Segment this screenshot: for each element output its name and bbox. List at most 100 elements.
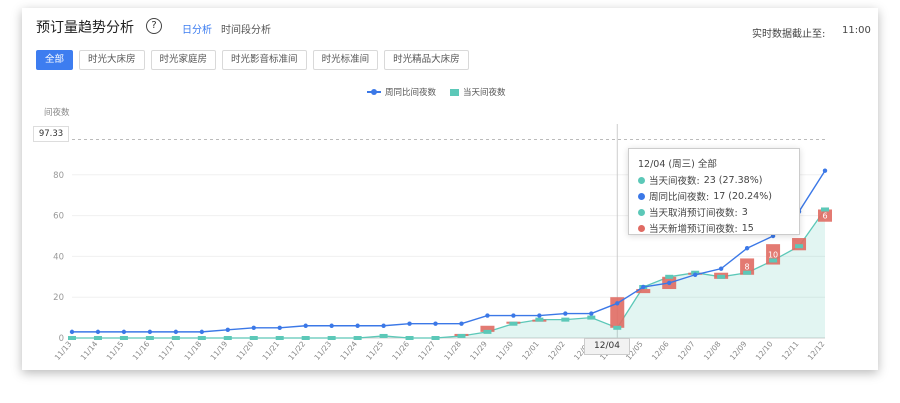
today-point[interactable] xyxy=(665,274,674,279)
weekly-point[interactable] xyxy=(277,325,282,330)
today-point[interactable] xyxy=(717,274,726,279)
today-point[interactable] xyxy=(509,321,518,326)
x-tick-label: 12/07 xyxy=(676,339,697,362)
y-tick-label: 40 xyxy=(53,252,64,262)
weekly-point[interactable] xyxy=(537,313,542,318)
today-point[interactable] xyxy=(457,333,466,338)
x-tick-label: 11/29 xyxy=(468,339,489,362)
today-point[interactable] xyxy=(405,336,414,340)
weekly-point[interactable] xyxy=(433,321,438,326)
weekly-point[interactable] xyxy=(615,301,620,306)
x-tick-label: 12/02 xyxy=(546,339,567,362)
today-point[interactable] xyxy=(275,336,284,340)
teal-dot-icon xyxy=(638,176,645,184)
today-point[interactable] xyxy=(249,336,258,340)
weekly-point[interactable] xyxy=(95,329,101,335)
tooltip-label: 当天新增预订间夜数: xyxy=(649,224,738,235)
x-tick-label: 12/01 xyxy=(520,339,541,362)
weekly-point[interactable] xyxy=(459,321,464,326)
today-point[interactable] xyxy=(483,329,492,334)
blue-dot-icon xyxy=(638,192,645,200)
weekly-point[interactable] xyxy=(563,311,568,316)
today-point[interactable] xyxy=(353,336,362,340)
weekly-point[interactable] xyxy=(692,272,698,277)
today-point[interactable] xyxy=(93,336,102,340)
bar-data-label: 6 xyxy=(822,212,827,221)
tooltip-row: 当天取消预订间夜数: 3 xyxy=(638,205,748,219)
x-tick-label: 11/22 xyxy=(286,339,307,362)
x-tick-label: 12/09 xyxy=(728,339,749,362)
x-tick-label: 11/15 xyxy=(105,339,126,362)
crosshair-x-value: 12/04 xyxy=(584,338,630,355)
weekly-point[interactable] xyxy=(173,329,179,335)
weekly-point[interactable] xyxy=(744,246,750,251)
weekly-point[interactable] xyxy=(718,266,724,271)
weekly-point[interactable] xyxy=(329,323,334,328)
x-tick-label: 12/06 xyxy=(650,339,671,362)
tooltip-row: 周同比间夜数: 17 (20.24%) xyxy=(638,189,772,203)
weekly-point[interactable] xyxy=(225,327,230,333)
x-tick-label: 12/10 xyxy=(754,339,775,362)
tooltip-value: 3 xyxy=(741,206,748,218)
x-tick-label: 11/25 xyxy=(364,339,385,362)
weekly-point[interactable] xyxy=(381,323,386,328)
y-tick-label: 80 xyxy=(53,171,64,181)
x-tick-label: 11/19 xyxy=(209,339,230,362)
teal-dot-icon xyxy=(638,208,645,216)
weekly-point[interactable] xyxy=(511,313,516,318)
red-dot-icon xyxy=(638,224,645,232)
x-tick-label: 11/13 xyxy=(53,339,74,362)
today-point[interactable] xyxy=(613,325,622,330)
today-point[interactable] xyxy=(587,315,596,320)
tooltip-row: 当天新增预订间夜数: 15 xyxy=(638,221,754,235)
x-tick-label: 12/12 xyxy=(806,339,827,362)
weekly-point[interactable] xyxy=(147,329,153,335)
today-point[interactable] xyxy=(561,317,570,322)
today-point[interactable] xyxy=(821,207,829,212)
x-tick-label: 11/30 xyxy=(494,339,515,362)
x-tick-label: 11/18 xyxy=(183,339,204,362)
x-tick-label: 11/14 xyxy=(79,339,100,362)
weekly-point[interactable] xyxy=(641,284,646,290)
weekly-point[interactable] xyxy=(589,311,594,316)
today-point[interactable] xyxy=(119,336,128,340)
today-point[interactable] xyxy=(743,270,752,275)
weekly-point[interactable] xyxy=(69,329,75,335)
today-point[interactable] xyxy=(301,336,310,340)
today-point[interactable] xyxy=(223,336,232,340)
new-booking-bar[interactable] xyxy=(792,238,807,251)
x-tick-label: 11/28 xyxy=(442,339,463,362)
x-tick-label: 11/16 xyxy=(131,339,152,362)
weekly-point[interactable] xyxy=(485,313,490,318)
x-tick-label: 11/17 xyxy=(157,339,178,362)
x-tick-label: 11/23 xyxy=(312,339,333,362)
y-tick-label: 20 xyxy=(53,293,64,303)
today-point[interactable] xyxy=(379,333,388,338)
chart-tooltip: 12/04 (周三) 全部 当天间夜数: 23 (27.38%) 周同比间夜数:… xyxy=(628,148,800,235)
today-point[interactable] xyxy=(68,336,76,340)
tooltip-label: 周同比间夜数: xyxy=(649,192,710,203)
today-point[interactable] xyxy=(769,258,778,263)
weekly-point[interactable] xyxy=(355,323,360,328)
x-tick-label: 11/21 xyxy=(260,339,281,362)
x-tick-label: 12/11 xyxy=(780,339,801,362)
weekly-point[interactable] xyxy=(667,280,672,286)
today-point[interactable] xyxy=(535,317,544,322)
today-point[interactable] xyxy=(327,336,336,340)
today-point[interactable] xyxy=(171,336,180,340)
bar-data-label: 10 xyxy=(768,250,778,259)
weekly-point[interactable] xyxy=(822,168,828,173)
tooltip-label: 当天取消预订间夜数: xyxy=(649,208,738,219)
today-point[interactable] xyxy=(795,244,804,249)
weekly-point[interactable] xyxy=(303,323,308,328)
weekly-point[interactable] xyxy=(199,329,205,335)
weekly-point[interactable] xyxy=(121,329,127,335)
weekly-point[interactable] xyxy=(251,325,256,330)
x-tick-label: 11/20 xyxy=(234,339,255,362)
weekly-point[interactable] xyxy=(407,321,412,326)
today-point[interactable] xyxy=(197,336,206,340)
x-tick-label: 11/27 xyxy=(416,339,437,362)
today-point[interactable] xyxy=(431,336,440,340)
y-tick-label: 60 xyxy=(53,212,64,222)
today-point[interactable] xyxy=(145,336,154,340)
